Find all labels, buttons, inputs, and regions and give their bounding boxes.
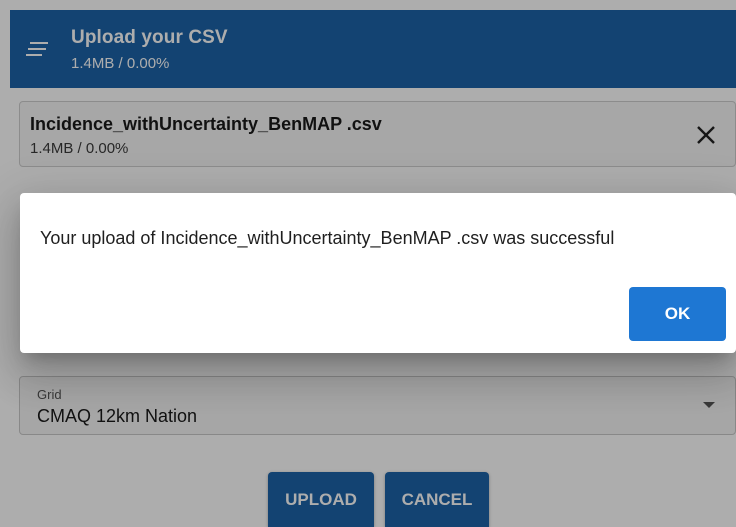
dialog-message: Your upload of Incidence_withUncertainty… [40, 228, 615, 248]
success-dialog: Your upload of Incidence_withUncertainty… [20, 193, 736, 353]
ok-button[interactable]: OK [629, 287, 726, 341]
